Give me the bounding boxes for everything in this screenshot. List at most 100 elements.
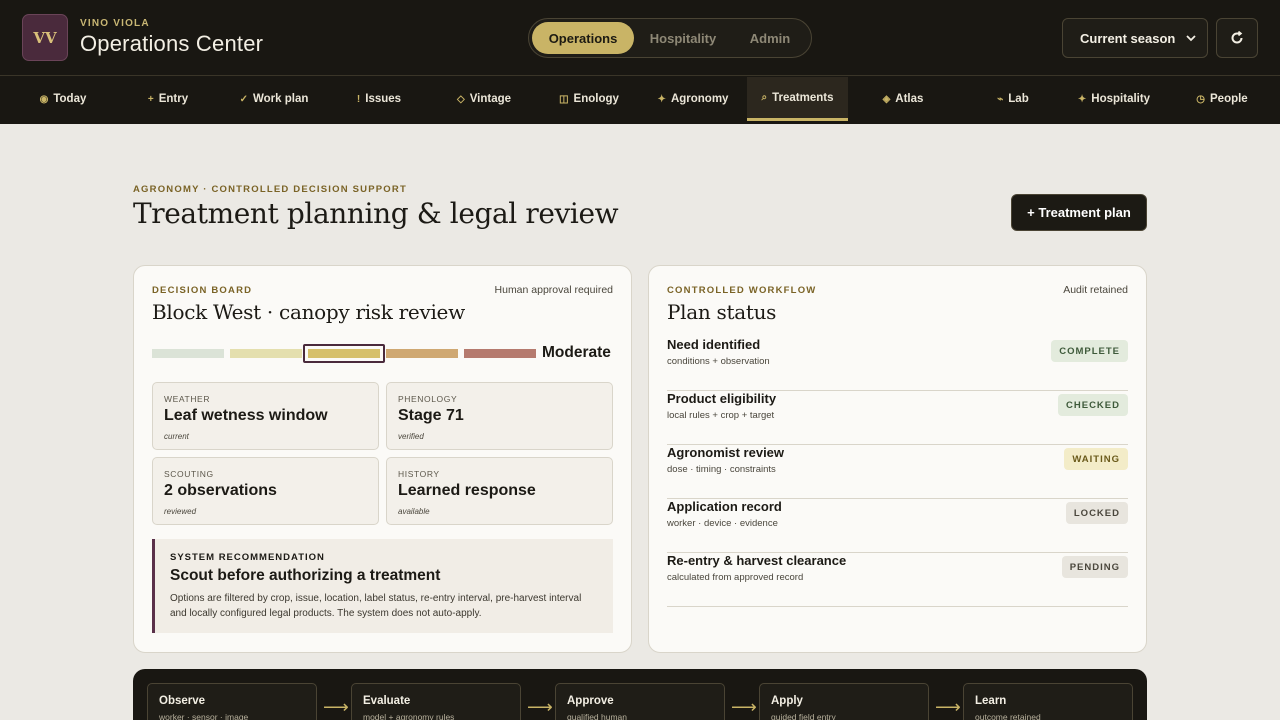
metric-scouting: SCOUTING 2 observations reviewed: [152, 457, 379, 525]
workflow-row-sub: local rules + crop + target: [667, 410, 775, 421]
step-title: Approve: [567, 695, 614, 707]
metric-value: 2 observations: [164, 482, 277, 499]
nav-item-people[interactable]: ◷ People: [1184, 77, 1260, 121]
decision-board-card: DECISION BOARD Human approval required B…: [133, 265, 632, 653]
workflow-row[interactable]: Product eligibility local rules + crop +…: [667, 391, 1128, 445]
workflow-row-sub: worker · device · evidence: [667, 518, 778, 529]
today-icon: ◉: [39, 93, 49, 105]
step-sub: worker · sensor · image: [159, 712, 249, 720]
nav-item-label: Today: [53, 93, 87, 105]
page-title: Treatment planning & legal review: [133, 197, 619, 230]
recommendation-title: Scout before authorizing a treatment: [170, 567, 441, 584]
metric-label: WEATHER: [164, 394, 211, 404]
nav-item-enology[interactable]: ◫ Enology: [548, 77, 630, 121]
flask-icon: ⌁: [997, 93, 1004, 105]
nav-item-work-plan[interactable]: ✓ Work plan: [228, 77, 320, 121]
nav-item-label: Atlas: [895, 93, 924, 105]
segment-admin[interactable]: Admin: [733, 22, 807, 54]
workflow-row-title: Agronomist review: [667, 445, 785, 460]
workflow-row[interactable]: Agronomist review dose · timing · constr…: [667, 445, 1128, 499]
metric-sub: reviewed: [164, 507, 197, 516]
nav-item-label: Agronomy: [670, 93, 729, 105]
people-icon: ◷: [1196, 93, 1205, 105]
app-title: Operations Center: [80, 31, 264, 56]
card-eyebrow: DECISION BOARD: [152, 285, 253, 296]
metric-history: HISTORY Learned response available: [386, 457, 613, 525]
season-select[interactable]: Current season: [1062, 18, 1208, 58]
nav-item-label: Lab: [1008, 93, 1029, 105]
map-icon: ◈: [882, 93, 891, 105]
metric-value: Stage 71: [398, 407, 464, 424]
process-pipeline: Observe worker · sensor · image ⟶ Evalua…: [133, 669, 1147, 720]
card-eyebrow: CONTROLLED WORKFLOW: [667, 285, 817, 296]
risk-selection-indicator: [303, 344, 385, 363]
workflow-row[interactable]: Need identified conditions + observation…: [667, 337, 1128, 391]
check-icon: ✓: [239, 93, 248, 105]
nav-item-hospitality[interactable]: ✦ Hospitality: [1066, 77, 1162, 121]
step-title: Observe: [159, 695, 206, 707]
sparkle-icon: ✦: [1077, 93, 1087, 105]
approval-note: Human approval required: [494, 284, 613, 296]
step-sub: guided field entry: [771, 712, 836, 720]
nav-item-issues[interactable]: ! Issues: [342, 77, 416, 121]
workflow-row[interactable]: Application record worker · device · evi…: [667, 499, 1128, 553]
metric-sub: available: [398, 507, 430, 516]
metric-phenology: PHENOLOGY Stage 71 verified: [386, 382, 613, 450]
workflow-row-title: Re-entry & harvest clearance: [667, 553, 847, 568]
metric-label: SCOUTING: [164, 469, 214, 479]
nav-item-entry[interactable]: + Entry: [135, 77, 201, 121]
risk-scale-segment: [152, 349, 224, 358]
step-sub: qualified human: [567, 712, 628, 720]
pipeline-step-observe: Observe worker · sensor · image: [147, 683, 317, 720]
arrow-right-icon: ⟶: [527, 697, 553, 717]
alert-icon: !: [356, 93, 361, 105]
add-treatment-plan-button[interactable]: + Treatment plan: [1011, 194, 1147, 231]
nav-item-label: People: [1210, 93, 1248, 105]
nav-item-today[interactable]: ◉ Today: [28, 77, 98, 121]
metric-sub: current: [164, 432, 189, 441]
nav-item-lab[interactable]: ⌁ Lab: [980, 77, 1046, 121]
risk-level-label: Moderate: [542, 344, 611, 361]
page-eyebrow: AGRONOMY · CONTROLLED DECISION SUPPORT: [133, 184, 407, 195]
workflow-row[interactable]: Re-entry & harvest clearance calculated …: [667, 553, 1128, 607]
top-bar: VV VINO VIOLA Operations Center Operatio…: [0, 0, 1280, 76]
recommendation-label: SYSTEM RECOMMENDATION: [170, 552, 325, 563]
step-sub: model + agronomy rules: [363, 712, 455, 720]
nav-item-label: Vintage: [469, 93, 512, 105]
workflow-row-sub: calculated from approved record: [667, 572, 804, 583]
chevron-down-icon: [1186, 35, 1196, 42]
module-nav: ◉ Today + Entry ✓ Work plan ! Issues ◇ Vintag…: [0, 76, 1280, 124]
sparkle-icon: ✦: [657, 93, 666, 105]
risk-scale-segment: [464, 349, 536, 358]
metric-value: Learned response: [398, 482, 536, 499]
status-badge: COMPLETE: [1051, 340, 1128, 362]
nav-item-vintage[interactable]: ◇ Vintage: [444, 77, 524, 121]
segment-hospitality[interactable]: Hospitality: [637, 22, 729, 54]
metric-label: HISTORY: [398, 469, 440, 479]
nav-item-label: Work plan: [253, 93, 309, 105]
risk-scale-segment: [230, 349, 302, 358]
metric-sub: verified: [398, 432, 424, 441]
recommendation-text: Options are filtered by crop, issue, loc…: [170, 593, 582, 619]
refresh-icon: [1231, 31, 1243, 44]
metric-label: PHENOLOGY: [398, 394, 458, 404]
nav-item-treatments[interactable]: ⌕ Treatments: [747, 77, 848, 121]
card-title: Block West · canopy risk review: [152, 300, 465, 324]
arrow-right-icon: ⟶: [935, 697, 961, 717]
pipeline-step-learn: Learn outcome retained: [963, 683, 1133, 720]
nav-item-agronomy[interactable]: ✦ Agronomy: [646, 77, 740, 121]
arrow-right-icon: ⟶: [731, 697, 757, 717]
brand-subtitle: VINO VIOLA: [80, 18, 150, 29]
nav-item-atlas[interactable]: ◈ Atlas: [870, 77, 936, 121]
segment-operations[interactable]: Operations: [532, 22, 634, 54]
treatment-icon: ⌕: [761, 92, 768, 103]
refresh-button[interactable]: [1216, 18, 1258, 58]
status-badge: LOCKED: [1065, 502, 1128, 524]
arrow-right-icon: ⟶: [323, 697, 349, 717]
nav-item-label: Enology: [573, 93, 619, 105]
brand-logo[interactable]: VV: [22, 14, 68, 61]
workflow-card: CONTROLLED WORKFLOW Audit retained Plan …: [648, 265, 1147, 653]
nav-item-label: Hospitality: [1091, 93, 1151, 105]
metric-weather: WEATHER Leaf wetness window current: [152, 382, 379, 450]
pipeline-step-evaluate: Evaluate model + agronomy rules: [351, 683, 521, 720]
